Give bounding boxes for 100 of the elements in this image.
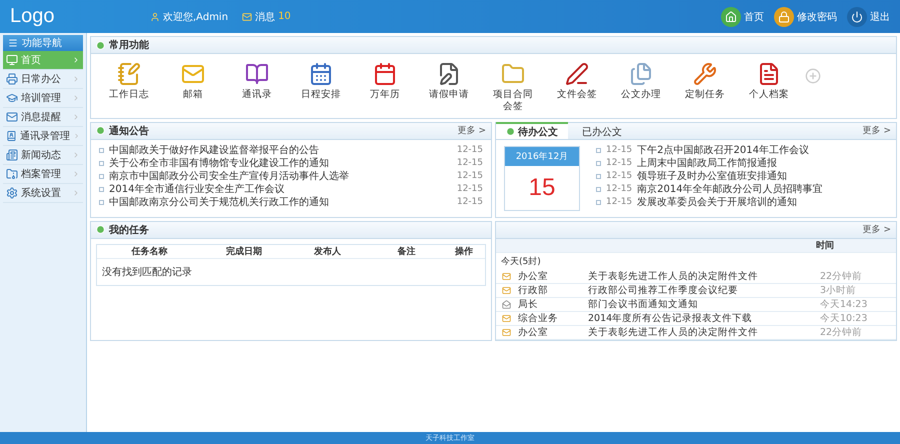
more-link[interactable]: 更多 > xyxy=(862,124,891,138)
tab[interactable]: 待办公文 xyxy=(496,122,568,140)
mail-row[interactable]: 综合业务 2014年度所有公告记录报表文件下载 今天10:23 xyxy=(496,312,896,326)
subject-cell-text: 部门会议书面通知文通知 xyxy=(587,298,699,311)
sender-cell-text: 行政部 xyxy=(517,284,549,297)
chevron-icon xyxy=(72,189,80,197)
tab[interactable]: 已办公文 xyxy=(572,122,632,140)
bullet-icon xyxy=(596,174,601,179)
sidebar-item[interactable]: 通讯录管理 xyxy=(3,127,83,146)
function-shortcut[interactable]: 文件会签 xyxy=(549,62,605,102)
bullet-icon xyxy=(596,160,601,166)
subject-cell-text: 关于表彰先进工作人员的决定附件文件 xyxy=(587,326,759,339)
function-shortcut[interactable]: 公文办理 xyxy=(613,62,669,102)
more-link[interactable]: 更多 > xyxy=(458,124,486,138)
chevron-icon xyxy=(72,113,80,121)
document-link[interactable]: 下午2点中国邮政召开2014年工作会议 xyxy=(637,143,888,158)
sender-cell-text: 局长 xyxy=(517,298,539,311)
user-icon xyxy=(150,12,160,22)
sender-cell-text: 办公室 xyxy=(517,270,549,283)
subject-cell-text: 2014年度所有公告记录报表文件下载 xyxy=(587,312,754,325)
column-header: 时间 xyxy=(816,239,835,252)
add-icon[interactable] xyxy=(805,68,821,84)
bullet-icon xyxy=(99,186,104,192)
chevron-icon xyxy=(72,94,80,102)
header-link[interactable]: 修改密码 xyxy=(774,6,837,26)
document-link[interactable]: 南京2014年全年邮政分公司人员招聘事宜 xyxy=(637,182,888,196)
notice-link[interactable]: 关于公布全市非国有博物馆专业化建设工作的通知 xyxy=(109,156,452,170)
sidebar-item[interactable]: 培训管理 xyxy=(3,89,83,108)
function-shortcut[interactable]: 邮箱 xyxy=(165,62,221,102)
document-link[interactable]: 领导班子及时办公室值班安排通知 xyxy=(637,169,888,184)
function-shortcut[interactable]: 个人档案 xyxy=(741,62,797,102)
header-link[interactable]: 首页 xyxy=(721,6,764,26)
document-date: 12-15 xyxy=(606,197,632,208)
more-link[interactable]: 更多 > xyxy=(862,223,891,236)
notice-date: 12-15 xyxy=(456,184,483,194)
sidebar-title-text: 功能导航 xyxy=(22,36,62,50)
mail-row[interactable]: 办公室 关于表彰先进工作人员的决定附件文件 22分钟前 xyxy=(496,326,896,340)
bullet-icon xyxy=(96,225,105,234)
subject-cell-text: 行政部公司推荐工作季度会议纪要 xyxy=(587,284,739,297)
books-icon xyxy=(245,62,269,86)
time-cell-text: 3小时前 xyxy=(819,284,858,297)
welcome-text: 欢迎您,Admin xyxy=(150,10,228,24)
notice-link[interactable]: 中国邮政关于做好作风建设监督举报平台的公告 xyxy=(109,143,452,158)
sender-cell-text: 综合业务 xyxy=(517,312,559,325)
document-date: 12-15 xyxy=(606,184,632,194)
function-shortcut[interactable]: 通讯录 xyxy=(229,62,285,102)
sidebar-item[interactable]: 档案管理 xyxy=(3,165,83,184)
notice-link[interactable]: 南京市中国邮政分公司安全生产宣传月活动事件人选举 xyxy=(109,169,452,184)
mail-row[interactable]: 局长 部门会议书面通知文通知 今天14:23 xyxy=(496,298,896,312)
document-date: 12-15 xyxy=(606,145,632,156)
panel-title: 通知公告 xyxy=(109,124,150,138)
form-icon xyxy=(437,62,461,86)
monitor-icon xyxy=(6,54,18,66)
mail-row[interactable]: 办公室 关于表彰先进工作人员的决定附件文件 22分钟前 xyxy=(496,270,896,284)
bullet-icon xyxy=(596,200,601,205)
sender-cell-text: 办公室 xyxy=(517,326,549,339)
column-header: 备注 xyxy=(396,245,416,258)
bullet-icon xyxy=(506,127,515,136)
notice-date: 12-15 xyxy=(456,158,483,168)
notice-date: 12-15 xyxy=(456,171,483,182)
function-shortcut[interactable]: 工作日志 xyxy=(101,62,157,102)
folder-icon xyxy=(501,62,525,86)
bullet-icon xyxy=(596,148,601,153)
function-shortcut[interactable]: 定制任务 xyxy=(677,62,733,102)
bullet-icon xyxy=(99,160,104,166)
logo: Logo xyxy=(10,5,56,28)
group-label: 今天(5封) xyxy=(500,256,542,269)
function-shortcut[interactable]: 万年历 xyxy=(357,62,413,102)
messages-link[interactable]: 消息 10 xyxy=(242,10,291,24)
mail-row[interactable]: 行政部 行政部公司推荐工作季度会议纪要 3小时前 xyxy=(496,284,896,298)
subject-cell-text: 关于表彰先进工作人员的决定附件文件 xyxy=(587,270,759,283)
newspaper-icon xyxy=(6,149,18,161)
header-link[interactable]: 退出 xyxy=(847,6,890,26)
time-cell-text: 22分钟前 xyxy=(819,326,864,339)
notice-date: 12-15 xyxy=(456,145,483,156)
document-date: 12-15 xyxy=(606,171,632,182)
function-shortcut[interactable]: 日程安排 xyxy=(293,62,349,102)
chevron-icon xyxy=(72,56,80,64)
document-date: 12-15 xyxy=(606,158,632,168)
time-cell-text: 今天14:23 xyxy=(819,298,868,311)
notice-link[interactable]: 中国邮政南京分公司关于规范机关行政工作的通知 xyxy=(109,195,452,210)
bullet-icon xyxy=(596,186,601,192)
archive-folder-icon xyxy=(6,168,18,180)
function-shortcut[interactable]: 项目合同会签 xyxy=(485,62,541,114)
document-link[interactable]: 上周末中国邮政局工作简报通报 xyxy=(637,156,888,170)
notice-link[interactable]: 2014年全市通信行业安全生产工作会议 xyxy=(109,182,452,196)
sidebar-item[interactable]: 新闻动态 xyxy=(3,146,83,165)
sidebar-item[interactable]: 系统设置 xyxy=(3,184,83,203)
mail-icon xyxy=(242,12,252,22)
home-icon xyxy=(721,6,741,26)
notice-date: 12-15 xyxy=(456,197,483,208)
document-link[interactable]: 发展改革委员会关于开展培训的通知 xyxy=(637,195,888,210)
calendar-day: 15 xyxy=(505,166,579,210)
mail-icon xyxy=(6,111,18,123)
sidebar-item[interactable]: 日常办公 xyxy=(3,70,83,89)
chevron-icon xyxy=(72,170,80,178)
function-shortcut[interactable]: 请假申请 xyxy=(421,62,477,102)
sidebar-item[interactable]: 消息提醒 xyxy=(3,108,83,127)
message-count: 10 xyxy=(278,11,291,22)
column-header: 任务名称 xyxy=(130,246,168,258)
